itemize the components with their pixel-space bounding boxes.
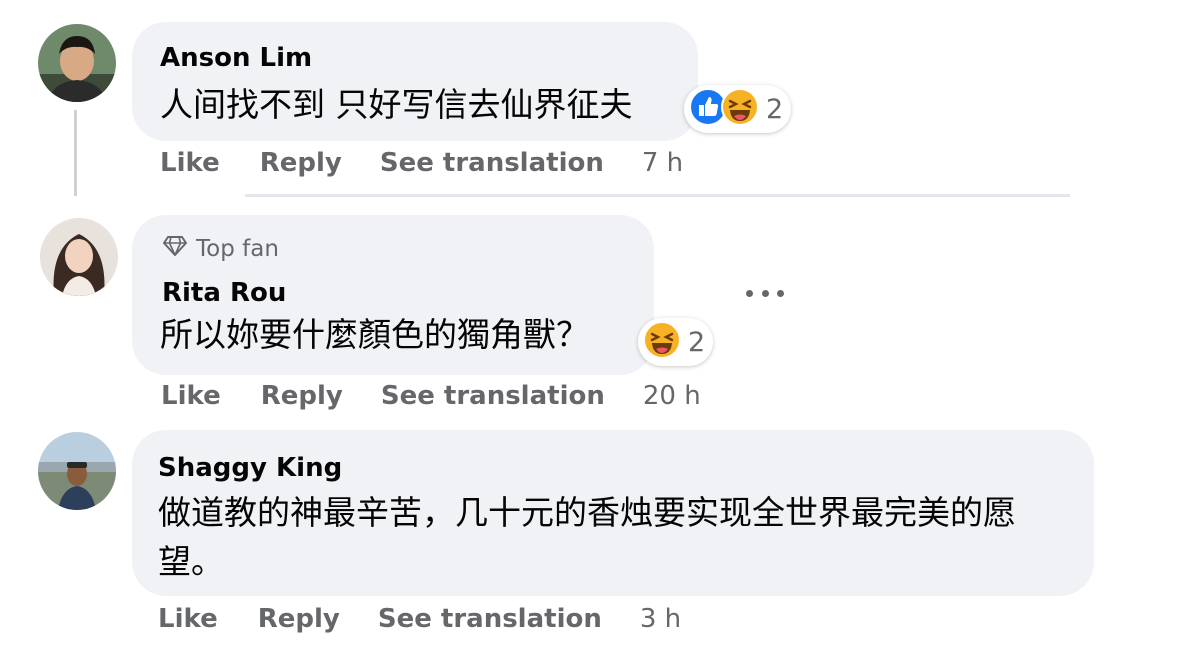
more-dot [777, 289, 784, 297]
like-button[interactable]: Like [161, 381, 221, 411]
comment-author[interactable]: Shaggy King [158, 453, 342, 483]
comment-author[interactable]: Anson Lim [160, 43, 312, 73]
more-dot [746, 289, 753, 297]
more-options-button[interactable] [746, 280, 784, 306]
avatar[interactable] [38, 24, 116, 102]
comment-actions: Like Reply See translation 20 h [161, 381, 701, 411]
haha-icon [720, 87, 760, 131]
comment-timestamp[interactable]: 20 h [643, 381, 701, 411]
reply-button[interactable]: Reply [258, 604, 340, 634]
reaction-summary[interactable]: 2 [684, 85, 792, 133]
reply-thread-line [74, 110, 77, 196]
see-translation-button[interactable]: See translation [381, 381, 605, 411]
reply-button[interactable]: Reply [261, 381, 343, 411]
comment-text: 人间找不到 只好写信去仙界征夫 [160, 85, 633, 124]
comment-text: 所以妳要什麼顏色的獨角獸？ [160, 315, 589, 354]
reaction-count: 2 [688, 326, 706, 358]
comment-actions: Like Reply See translation 7 h [160, 148, 683, 178]
comment-text: 做道教的神最辛苦，几十元的香烛要实现全世界最完美的愿望。 [158, 493, 1016, 581]
avatar[interactable] [38, 432, 116, 510]
comment-actions: Like Reply See translation 3 h [158, 604, 681, 634]
like-button[interactable]: Like [160, 148, 220, 178]
top-fan-badge: Top fan [162, 235, 279, 263]
haha-icon [642, 320, 682, 364]
see-translation-button[interactable]: See translation [378, 604, 602, 634]
see-translation-button[interactable]: See translation [380, 148, 604, 178]
diamond-icon [162, 235, 196, 263]
comment-author[interactable]: Rita Rou [162, 278, 286, 308]
comment-divider [245, 194, 1070, 197]
reaction-count: 2 [766, 93, 784, 125]
top-fan-label: Top fan [196, 236, 279, 262]
avatar[interactable] [40, 218, 118, 296]
like-button[interactable]: Like [158, 604, 218, 634]
comment-timestamp[interactable]: 7 h [642, 148, 683, 178]
comment-timestamp[interactable]: 3 h [640, 604, 681, 634]
more-dot [761, 289, 769, 297]
reaction-summary[interactable]: 2 [638, 318, 714, 366]
reply-button[interactable]: Reply [260, 148, 342, 178]
